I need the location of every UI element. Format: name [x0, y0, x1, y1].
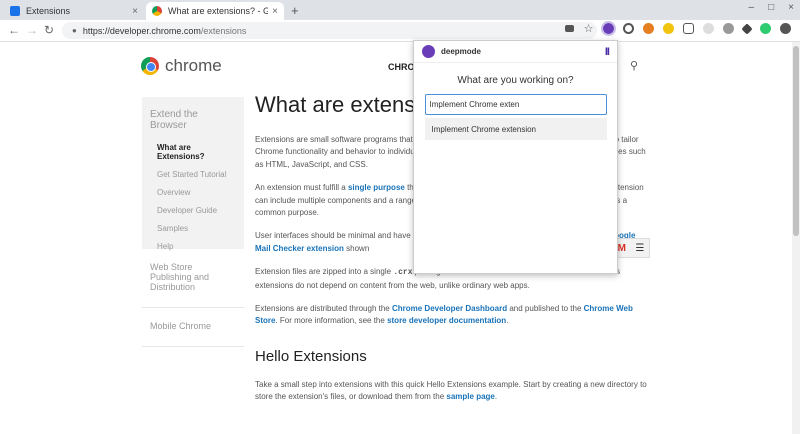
lock-icon: ● — [72, 26, 77, 35]
menu-icon: ☰ — [635, 242, 645, 254]
developer-dashboard-link[interactable]: Chrome Developer Dashboard — [392, 304, 507, 313]
task-input[interactable] — [424, 94, 607, 115]
extension-icon-3[interactable] — [643, 23, 654, 34]
close-tab-icon[interactable]: × — [272, 6, 278, 17]
minimize-button[interactable]: – — [749, 2, 755, 13]
sidebar-item-mobile-chrome[interactable]: Mobile Chrome — [142, 308, 244, 347]
popup-header: deepmode II — [414, 41, 617, 63]
extension-icon-2[interactable] — [623, 23, 634, 34]
crx-code: .crx — [393, 268, 413, 278]
pocket-icon[interactable] — [683, 23, 694, 34]
sidebar-group: Extend the Browser What are Extensions? … — [142, 97, 244, 251]
sidebar-item-developer-guide[interactable]: Developer Guide — [157, 206, 236, 215]
sidebar-item-web-store[interactable]: Web Store Publishing and Distribution — [142, 249, 244, 308]
extension-icon-6[interactable] — [703, 23, 714, 34]
tab-title: What are extensions? - Google Chrome — [168, 6, 269, 16]
url-path: /extensions — [200, 25, 247, 36]
rocket-icon[interactable] — [741, 22, 753, 35]
extension-icon-9[interactable] — [760, 23, 771, 34]
scrollbar-thumb[interactable] — [793, 46, 799, 236]
url-host: https://developer.chrome.com — [82, 25, 201, 36]
sidebar-item-samples[interactable]: Samples — [157, 224, 236, 233]
chrome-icon — [152, 6, 162, 16]
sidebar-item-get-started[interactable]: Get Started Tutorial — [157, 170, 236, 179]
window-controls: – □ × — [749, 2, 794, 13]
browser-toolbar: ← → ↻ ● https://developer.chrome.com/ext… — [0, 20, 800, 42]
extension-icon-7[interactable] — [723, 23, 734, 34]
reload-button[interactable]: ↻ — [44, 23, 54, 37]
close-window-button[interactable]: × — [788, 2, 794, 13]
gmail-icon: M — [617, 242, 627, 254]
back-button[interactable]: ← — [8, 23, 20, 37]
close-tab-icon[interactable]: × — [132, 6, 138, 17]
suggestion-item[interactable]: Implement Chrome extension — [424, 118, 607, 140]
logo-text: chrome — [165, 56, 222, 75]
extension-icon-10[interactable] — [780, 23, 791, 34]
pause-icon[interactable]: II — [605, 46, 610, 58]
store-docs-link[interactable]: store developer documentation — [387, 316, 506, 325]
chrome-logo[interactable]: chrome — [141, 56, 222, 76]
deepmode-popup: deepmode II What are you working on? Imp… — [413, 40, 618, 274]
extension-icons: ☆ ⋮ — [565, 21, 800, 36]
section-heading: Hello Extensions — [255, 347, 367, 365]
page-content: chrome CHROME ⚲ Extend the Browser What … — [0, 42, 800, 434]
tab-title: Extensions — [26, 6, 71, 16]
forward-button[interactable]: → — [26, 23, 38, 37]
puzzle-icon — [10, 6, 20, 16]
tab-extensions[interactable]: Extensions × — [4, 2, 144, 20]
deepmode-logo-icon — [422, 45, 435, 58]
maximize-button[interactable]: □ — [768, 2, 774, 13]
chrome-logo-icon — [141, 57, 159, 75]
paragraph: Extensions are distributed through the C… — [255, 303, 633, 326]
new-tab-button[interactable]: + — [291, 3, 299, 18]
paragraph: Take a small step into extensions with t… — [255, 379, 647, 402]
sample-page-link[interactable]: sample page — [446, 392, 494, 401]
tab-strip: Extensions × What are extensions? - Goog… — [0, 0, 800, 20]
camera-icon[interactable] — [565, 25, 574, 32]
deepmode-extension-icon[interactable] — [601, 21, 616, 36]
sidebar-heading[interactable]: Extend the Browser — [150, 109, 236, 131]
extension-icon-4[interactable] — [663, 23, 674, 34]
star-icon[interactable]: ☆ — [583, 23, 594, 35]
search-icon[interactable]: ⚲ — [630, 59, 638, 72]
page-scrollbar[interactable] — [792, 42, 800, 434]
single-purpose-link[interactable]: single purpose — [348, 183, 405, 192]
sidebar: Extend the Browser What are Extensions? … — [142, 97, 244, 347]
tab-what-are-extensions[interactable]: What are extensions? - Google Chrome × — [146, 2, 284, 20]
popup-title: deepmode — [441, 47, 482, 56]
sidebar-item-overview[interactable]: Overview — [157, 188, 236, 197]
address-bar[interactable]: ● https://developer.chrome.com/extension… — [62, 22, 597, 39]
popup-question: What are you working on? — [457, 75, 574, 86]
sidebar-item-what-are-extensions[interactable]: What are Extensions? — [157, 143, 236, 161]
